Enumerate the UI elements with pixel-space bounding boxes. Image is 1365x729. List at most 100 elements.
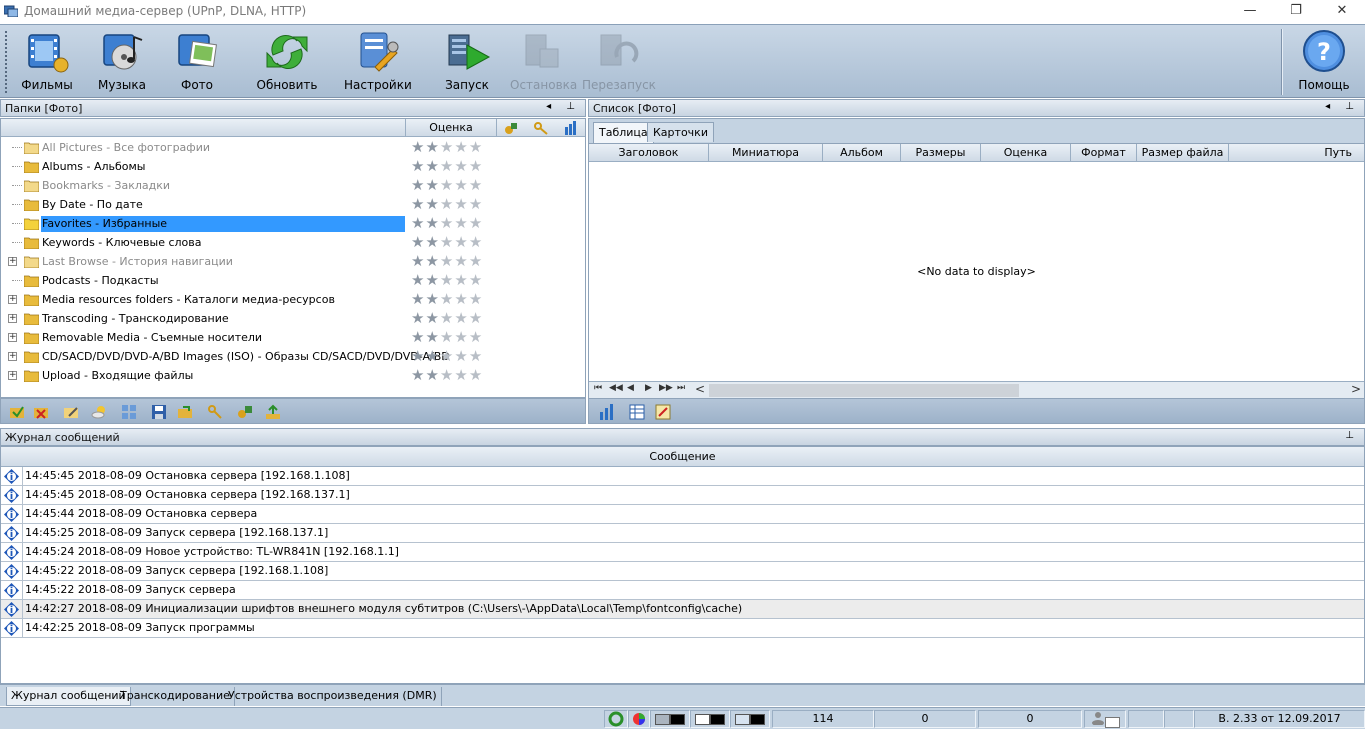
tree-item[interactable]: Keywords - Ключевые слова ★★★★★ [1, 233, 585, 252]
key-header-icon[interactable] [534, 121, 548, 135]
expand-icon[interactable]: + [8, 371, 17, 380]
tree-item[interactable]: Podcasts - Подкасты ★★★★★ [1, 271, 585, 290]
sort-header-icon[interactable] [563, 121, 577, 135]
rating-stars[interactable]: ★★★★★ [411, 368, 483, 384]
tree-item-label[interactable]: By Date - По дате [41, 197, 144, 213]
col-title[interactable]: Заголовок [589, 144, 709, 162]
star-icon[interactable]: ★ [440, 292, 453, 307]
rating-stars[interactable]: ★★★★★ [411, 216, 483, 232]
stop-button[interactable]: Остановка [510, 27, 577, 97]
star-icon[interactable]: ★ [469, 197, 482, 212]
star-icon[interactable]: ★ [469, 235, 482, 250]
refresh-button[interactable]: Обновить [254, 27, 320, 97]
rating-stars[interactable]: ★★★★★ [411, 292, 483, 308]
star-icon[interactable]: ★ [469, 159, 482, 174]
star-icon[interactable]: ★ [440, 159, 453, 174]
sort-icon[interactable] [599, 404, 615, 420]
star-icon[interactable]: ★ [411, 349, 424, 364]
toolbar-grip[interactable] [5, 31, 8, 93]
star-icon[interactable]: ★ [440, 330, 453, 345]
save-icon[interactable] [151, 404, 167, 420]
col-file-size[interactable]: Размер файла [1137, 144, 1229, 162]
rating-stars[interactable]: ★★★★★ [411, 140, 483, 156]
star-icon[interactable]: ★ [440, 311, 453, 326]
tree-item-label[interactable]: Podcasts - Подкасты [41, 273, 160, 289]
star-icon[interactable]: ★ [454, 349, 467, 364]
expand-icon[interactable]: + [8, 295, 17, 304]
star-icon[interactable]: ★ [411, 292, 424, 307]
star-icon[interactable]: ★ [454, 330, 467, 345]
close-button[interactable]: ✕ [1319, 0, 1365, 24]
expand-icon[interactable]: + [8, 352, 17, 361]
star-icon[interactable]: ★ [411, 197, 424, 212]
tree-item-label[interactable]: Favorites - Избранные [41, 216, 405, 232]
status-swatch-1[interactable] [650, 710, 690, 728]
star-icon[interactable]: ★ [425, 235, 438, 250]
tree-item-label[interactable]: All Pictures - Все фотографии [41, 140, 211, 156]
panel-pin-icon[interactable]: ◂ ⊥ [546, 101, 581, 112]
grid-view-icon[interactable] [121, 404, 137, 420]
star-icon[interactable]: ★ [440, 273, 453, 288]
col-album[interactable]: Альбом [823, 144, 901, 162]
status-user-cell[interactable] [1084, 710, 1126, 728]
log-row[interactable]: 14:42:27 2018-08-09 Инициализации шрифто… [1, 600, 1364, 619]
tree-item[interactable]: Bookmarks - Закладки ★★★★★ [1, 176, 585, 195]
star-icon[interactable]: ★ [425, 254, 438, 269]
star-icon[interactable]: ★ [454, 273, 467, 288]
star-icon[interactable]: ★ [411, 216, 424, 231]
star-icon[interactable]: ★ [454, 140, 467, 155]
star-icon[interactable]: ★ [469, 216, 482, 231]
star-icon[interactable]: ★ [411, 311, 424, 326]
rating-column-header[interactable]: Оценка [405, 119, 497, 137]
star-icon[interactable]: ★ [425, 197, 438, 212]
list-panel-pin-icon[interactable]: ◂ ⊥ [1325, 101, 1360, 112]
tree-item[interactable]: + Removable Media - Съемные носители ★★★★★ [1, 328, 585, 347]
star-icon[interactable]: ★ [425, 159, 438, 174]
star-icon[interactable]: ★ [454, 368, 467, 383]
tree-item[interactable]: Favorites - Избранные ★★★★★ [1, 214, 585, 233]
star-icon[interactable]: ★ [440, 197, 453, 212]
col-rating[interactable]: Оценка [981, 144, 1071, 162]
star-icon[interactable]: ★ [469, 311, 482, 326]
col-thumbnail[interactable]: Миниатюра [709, 144, 823, 162]
tree-item-label[interactable]: Keywords - Ключевые слова [41, 235, 203, 251]
key-icon[interactable] [207, 404, 223, 420]
tree-item[interactable]: By Date - По дате ★★★★★ [1, 195, 585, 214]
tree-item[interactable]: + Transcoding - Транскодирование ★★★★★ [1, 309, 585, 328]
star-icon[interactable]: ★ [454, 197, 467, 212]
tree-item-label[interactable]: CD/SACD/DVD/DVD-A/BD Images (ISO) - Обра… [41, 349, 451, 365]
status-swatch-2[interactable] [690, 710, 730, 728]
star-icon[interactable]: ★ [469, 368, 482, 383]
settings-button[interactable]: Настройки [344, 27, 412, 97]
status-recycle-cell[interactable] [604, 710, 628, 728]
rating-stars[interactable]: ★★★★★ [411, 330, 483, 346]
open-folder-icon[interactable] [177, 404, 193, 420]
log-row[interactable]: 14:45:22 2018-08-09 Запуск сервера [192.… [1, 562, 1364, 581]
tree-item-label[interactable]: Last Browse - История навигации [41, 254, 234, 270]
music-button[interactable]: Музыка [92, 27, 152, 97]
rating-stars[interactable]: ★★★★★ [411, 273, 483, 289]
star-icon[interactable]: ★ [454, 311, 467, 326]
media-icon[interactable] [237, 404, 253, 420]
weather-folder-icon[interactable] [91, 404, 107, 420]
log-row[interactable]: 14:45:45 2018-08-09 Остановка сервера [1… [1, 467, 1364, 486]
star-icon[interactable]: ★ [411, 254, 424, 269]
tree-item-label[interactable]: Transcoding - Транскодирование [41, 311, 230, 327]
star-icon[interactable]: ★ [469, 349, 482, 364]
star-icon[interactable]: ★ [425, 349, 438, 364]
rating-stars[interactable]: ★★★★★ [411, 178, 483, 194]
tab-cards[interactable]: Карточки [647, 122, 714, 142]
star-icon[interactable]: ★ [440, 368, 453, 383]
star-icon[interactable]: ★ [440, 349, 453, 364]
star-icon[interactable]: ★ [425, 292, 438, 307]
minimize-button[interactable]: — [1227, 0, 1273, 24]
star-icon[interactable]: ★ [425, 178, 438, 193]
tab-playback-devices[interactable]: Устройства воспроизведения (DMR) [224, 687, 442, 706]
nav-next-page-button[interactable]: ▶▶ [659, 383, 673, 393]
status-color-cell[interactable] [628, 710, 650, 728]
upload-icon[interactable] [265, 404, 281, 420]
tree-item[interactable]: Albums - Альбомы ★★★★★ [1, 157, 585, 176]
edit-list-icon[interactable] [655, 404, 671, 420]
star-icon[interactable]: ★ [469, 292, 482, 307]
tab-message-log[interactable]: Журнал сообщений [6, 687, 131, 706]
